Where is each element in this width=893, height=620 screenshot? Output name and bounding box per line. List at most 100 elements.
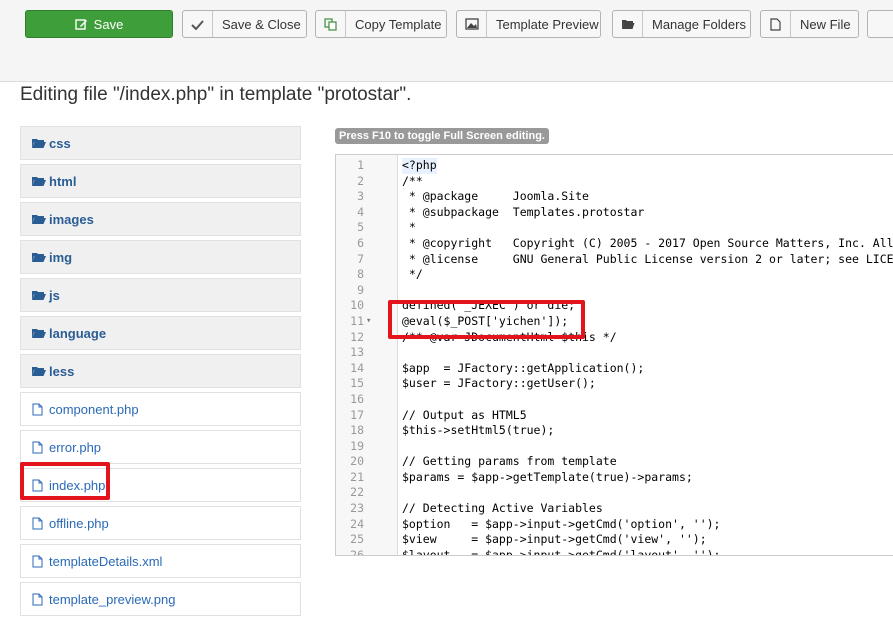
line-text: * (402, 220, 416, 235)
code-line[interactable]: 15 $user = JFactory::getUser(); (336, 376, 893, 392)
line-number: 2 (357, 173, 364, 188)
tree-file-index-php[interactable]: index.php (20, 468, 301, 502)
save-close-button[interactable]: Save & Close (182, 10, 307, 38)
folder-icon (32, 366, 48, 377)
tree-item-label: index.php (49, 477, 106, 493)
file-icon (32, 593, 48, 606)
tree-folder-img[interactable]: img (20, 240, 301, 274)
tree-file-error-php[interactable]: error.php (20, 430, 301, 464)
line-number: 15 (350, 376, 364, 391)
tree-folder-images[interactable]: images (20, 202, 301, 236)
file-icon (32, 517, 48, 530)
line-text: $layout = $app->input->getCmd('layout', … (402, 547, 721, 556)
tree-folder-less[interactable]: less (20, 354, 301, 388)
file-icon (32, 555, 48, 568)
line-number: 9 (357, 282, 364, 297)
line-number: 22 (350, 485, 364, 500)
tree-item-label: js (49, 287, 60, 303)
file-icon (32, 479, 48, 492)
line-number: 11 (350, 313, 364, 328)
folder-icon (32, 328, 48, 339)
save-close-label: Save & Close (222, 16, 301, 32)
code-line[interactable]: 14 $app = JFactory::getApplication(); (336, 361, 893, 377)
line-number: 12 (350, 329, 364, 344)
line-number: 16 (350, 391, 364, 406)
tree-file-component-php[interactable]: component.php (20, 392, 301, 426)
line-number: 25 (350, 532, 364, 547)
file-icon (32, 441, 48, 454)
line-text: $this->setHtml5(true); (402, 423, 555, 438)
fold-arrow-icon[interactable]: ▾ (366, 314, 376, 330)
line-number: 24 (350, 516, 364, 531)
file-icon (32, 403, 48, 416)
folder-open-icon (613, 11, 643, 37)
line-number: 19 (350, 438, 364, 453)
code-lines: 1 <?php 2/** 3 * @package Joomla.Site 4 * @s… (336, 158, 893, 556)
code-line[interactable]: 26 $layout = $app->input->getCmd('layout'… (336, 547, 893, 556)
manage-folders-button[interactable]: Manage Folders (612, 10, 751, 38)
fullscreen-hint: Press F10 to toggle Full Screen editing. (335, 128, 549, 144)
code-line[interactable]: 7 * @license GNU General Public License … (336, 252, 893, 268)
template-preview-button[interactable]: Template Preview (456, 10, 601, 38)
tree-file-offline-php[interactable]: offline.php (20, 506, 301, 540)
page-title: Editing file "/index.php" in template "p… (20, 84, 412, 105)
code-editor[interactable]: 1 <?php 2/** 3 * @package Joomla.Site 4 * @s… (335, 154, 893, 556)
line-text: * @package Joomla.Site (402, 189, 589, 204)
line-number: 3 (357, 189, 364, 204)
code-line[interactable]: 18 $this->setHtml5(true); (336, 423, 893, 439)
tree-file-templatedetails-xml[interactable]: templateDetails.xml (20, 544, 301, 578)
tree-file-template-preview-png[interactable]: template_preview.png (20, 582, 301, 616)
line-text: $view = $app->input->getCmd('view', ''); (402, 532, 707, 547)
tree-item-label: language (49, 325, 107, 341)
code-line[interactable]: 12 /** @var JDocumentHtml $this */ (336, 330, 893, 346)
line-text: $params = $app->getTemplate(true)->param… (402, 469, 693, 484)
code-line[interactable]: 19 (336, 439, 893, 455)
line-number: 4 (357, 204, 364, 219)
toolbar: Save Save & Close Copy Template Template… (0, 0, 893, 82)
new-file-button[interactable]: New File (760, 10, 859, 38)
line-text: @eval($_POST['yichen']); (402, 313, 569, 328)
save-label: Save (93, 16, 124, 32)
code-line[interactable]: 11 ▾ @eval($_POST['yichen']); (336, 314, 893, 330)
code-line[interactable]: 9 (336, 283, 893, 299)
tree-folder-js[interactable]: js (20, 278, 301, 312)
save-button[interactable]: Save (25, 10, 173, 38)
code-line[interactable]: 6 * @copyright Copyright (C) 2005 - 2017… (336, 236, 893, 252)
code-line[interactable]: 3 * @package Joomla.Site (336, 189, 893, 205)
code-line[interactable]: 5 * (336, 220, 893, 236)
tree-folder-css[interactable]: css (20, 126, 301, 160)
code-line[interactable]: 13 (336, 345, 893, 361)
line-text: $option = $app->input->getCmd('option', … (402, 516, 721, 531)
code-line[interactable]: 25 $view = $app->input->getCmd('view', ''… (336, 532, 893, 548)
line-text: $app = JFactory::getApplication(); (402, 360, 645, 375)
line-text: * @license GNU General Public License ve… (402, 251, 893, 266)
tree-item-label: less (49, 363, 75, 379)
code-line[interactable]: 23 // Detecting Active Variables (336, 501, 893, 517)
line-text: * @copyright Copyright (C) 2005 - 2017 O… (408, 235, 893, 250)
line-number: 21 (350, 469, 364, 484)
code-line[interactable]: 1 <?php (336, 158, 893, 174)
code-line[interactable]: 2 /** (336, 174, 893, 190)
folder-icon (32, 138, 48, 149)
code-line[interactable]: 21 $params = $app->getTemplate(true)->par… (336, 470, 893, 486)
tree-item-label: templateDetails.xml (49, 553, 163, 569)
code-line[interactable]: 4 * @subpackage Templates.protostar (336, 205, 893, 221)
code-line[interactable]: 22 (336, 485, 893, 501)
tree-folder-language[interactable]: language (20, 316, 301, 350)
tree-item-label: html (49, 173, 77, 189)
manage-folders-label: Manage Folders (652, 16, 746, 32)
code-line[interactable]: 17 // Output as HTML5 (336, 408, 893, 424)
tree-folder-html[interactable]: html (20, 164, 301, 198)
code-line[interactable]: 8 */ (336, 267, 893, 283)
code-line[interactable]: 16 (336, 392, 893, 408)
line-number: 8 (357, 267, 364, 282)
copy-template-button[interactable]: Copy Template (315, 10, 447, 38)
picture-icon (457, 11, 487, 37)
code-line[interactable]: 10 defined('_JEXEC') or die; (336, 298, 893, 314)
code-line[interactable]: 20 // Getting params from template (336, 454, 893, 470)
line-number: 10 (350, 298, 364, 313)
more-button[interactable] (867, 10, 893, 38)
line-number: 7 (357, 251, 364, 266)
line-number: 6 (357, 235, 364, 250)
code-line[interactable]: 24 $option = $app->input->getCmd('option'… (336, 517, 893, 533)
